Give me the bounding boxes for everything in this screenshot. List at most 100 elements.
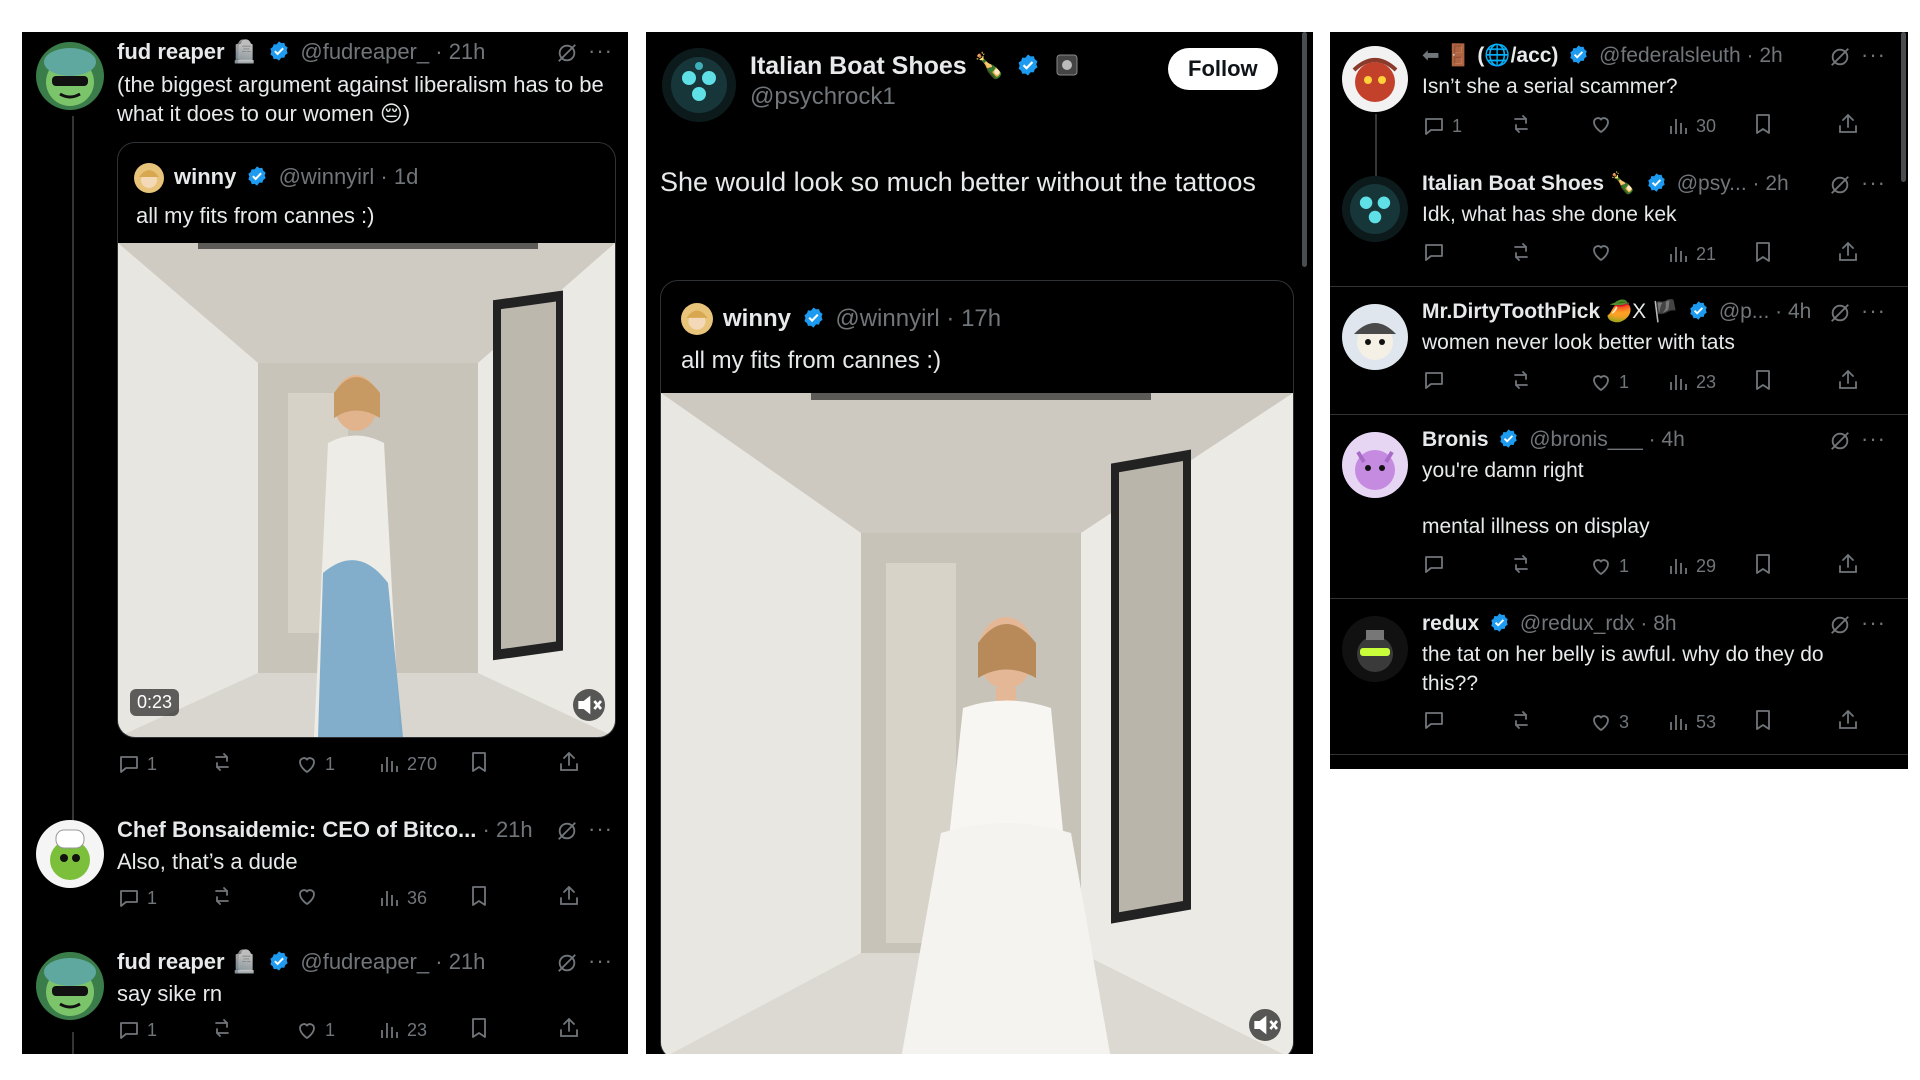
scrollbar[interactable] [1901,32,1906,182]
views-button[interactable]: 23 [377,1016,427,1044]
display-name[interactable]: Mr.DirtyToothPick [1422,300,1600,323]
display-name[interactable]: winny [723,305,791,332]
quoted-post[interactable]: winny @winnyirl · 17h all my fits from c… [660,280,1294,1054]
repost-button[interactable] [210,1016,240,1040]
views-button[interactable]: 53 [1666,708,1716,736]
like-button[interactable] [1589,112,1619,136]
more-options-icon[interactable]: ··· [1861,428,1886,450]
like-button[interactable] [1589,240,1619,264]
handle[interactable]: @p... [1719,300,1770,323]
share-button[interactable] [1836,552,1860,576]
like-button[interactable]: 1 [295,750,335,778]
reply-button[interactable]: 1 [117,750,157,778]
bookmark-button[interactable] [1751,368,1775,392]
handle[interactable]: @redux_rdx [1520,612,1635,635]
avatar[interactable] [36,952,104,1020]
reply-button[interactable] [1422,368,1452,392]
reply-button[interactable] [1422,552,1452,576]
share-button[interactable] [1836,112,1860,136]
share-button[interactable] [1836,368,1860,392]
repost-button[interactable] [1509,708,1539,732]
timestamp[interactable]: · 21h [435,949,485,974]
share-button[interactable] [557,1016,581,1040]
handle[interactable]: @winnyirl [835,305,939,332]
timestamp[interactable]: · 17h [946,305,1001,332]
grok-icon[interactable] [1829,46,1851,68]
timestamp[interactable]: · 2h [1753,172,1789,195]
handle[interactable]: @fudreaper_ [300,949,429,974]
more-options-icon[interactable]: ··· [588,950,613,972]
like-button[interactable] [295,884,325,908]
avatar[interactable] [1342,176,1408,242]
avatar[interactable] [36,42,104,110]
display-name[interactable]: fud reaper [117,949,225,974]
display-name[interactable]: redux [1422,612,1479,635]
share-button[interactable] [557,884,581,908]
like-button[interactable]: 1 [1589,368,1629,396]
reply-button[interactable] [1422,240,1452,264]
display-name[interactable]: fud reaper [117,39,225,64]
grok-icon[interactable] [1829,614,1851,636]
grok-icon[interactable] [1829,302,1851,324]
views-button[interactable]: 36 [377,884,427,912]
share-button[interactable] [1836,240,1860,264]
bookmark-button[interactable] [1751,552,1775,576]
views-button[interactable]: 23 [1666,368,1716,396]
grok-icon[interactable] [556,42,578,64]
handle[interactable]: @winnyirl [279,164,375,189]
avatar[interactable] [1342,616,1408,682]
handle[interactable]: @psy... [1677,172,1747,195]
reply-button[interactable]: 1 [1422,112,1462,140]
repost-button[interactable] [1509,240,1539,264]
more-options-icon[interactable]: ··· [1861,612,1886,634]
repost-button[interactable] [1509,112,1539,136]
grok-icon[interactable] [1829,430,1851,452]
avatar[interactable] [662,48,736,122]
timestamp[interactable]: · 21h [483,817,533,842]
views-button[interactable]: 21 [1666,240,1716,268]
display-name[interactable]: Chef Bonsaidemic: CEO of Bitco... [117,817,476,842]
handle[interactable]: @fudreaper_ [300,39,429,64]
reply-button[interactable] [1422,708,1452,732]
more-options-icon[interactable]: ··· [1861,300,1886,322]
like-button[interactable]: 1 [295,1016,335,1044]
repost-button[interactable] [210,750,240,774]
display-name[interactable]: Bronis [1422,428,1489,451]
handle[interactable]: @bronis___ [1529,428,1643,451]
more-options-icon[interactable]: ··· [1861,44,1886,66]
bookmark-button[interactable] [467,884,491,908]
more-options-icon[interactable]: ··· [588,818,613,840]
avatar[interactable] [1342,432,1408,498]
views-button[interactable]: 270 [377,750,437,778]
timestamp[interactable]: · 4h [1649,428,1685,451]
reply-button[interactable]: 1 [117,1016,157,1044]
reply-button[interactable]: 1 [117,884,157,912]
bookmark-button[interactable] [1751,112,1775,136]
repost-button[interactable] [210,884,240,908]
handle[interactable]: @federalsleuth [1599,44,1741,67]
video-player[interactable] [661,393,1293,1054]
like-button[interactable]: 1 [1589,552,1629,580]
timestamp[interactable]: · 21h [435,39,485,64]
timestamp[interactable]: · 1d [380,164,418,189]
views-button[interactable]: 29 [1666,552,1716,580]
timestamp[interactable]: · 2h [1747,44,1783,67]
scrollbar[interactable] [1302,32,1307,267]
avatar[interactable] [1342,46,1408,112]
display-name[interactable]: (🌐/acc) [1477,44,1558,67]
avatar[interactable] [36,820,104,888]
like-button[interactable]: 3 [1589,708,1629,736]
bookmark-button[interactable] [1751,240,1775,264]
follow-button[interactable]: Follow [1168,48,1278,90]
views-button[interactable]: 30 [1666,112,1716,140]
mute-button[interactable] [573,689,605,721]
grok-icon[interactable] [556,952,578,974]
share-button[interactable] [557,750,581,774]
video-player[interactable]: 0:23 [118,243,615,737]
grok-icon[interactable] [556,820,578,842]
mute-button[interactable] [1249,1009,1281,1041]
share-button[interactable] [1836,708,1860,732]
bookmark-button[interactable] [1751,708,1775,732]
quoted-post[interactable]: winny @winnyirl · 1d all my fits from ca… [117,142,616,738]
display-name[interactable]: winny [174,164,236,189]
